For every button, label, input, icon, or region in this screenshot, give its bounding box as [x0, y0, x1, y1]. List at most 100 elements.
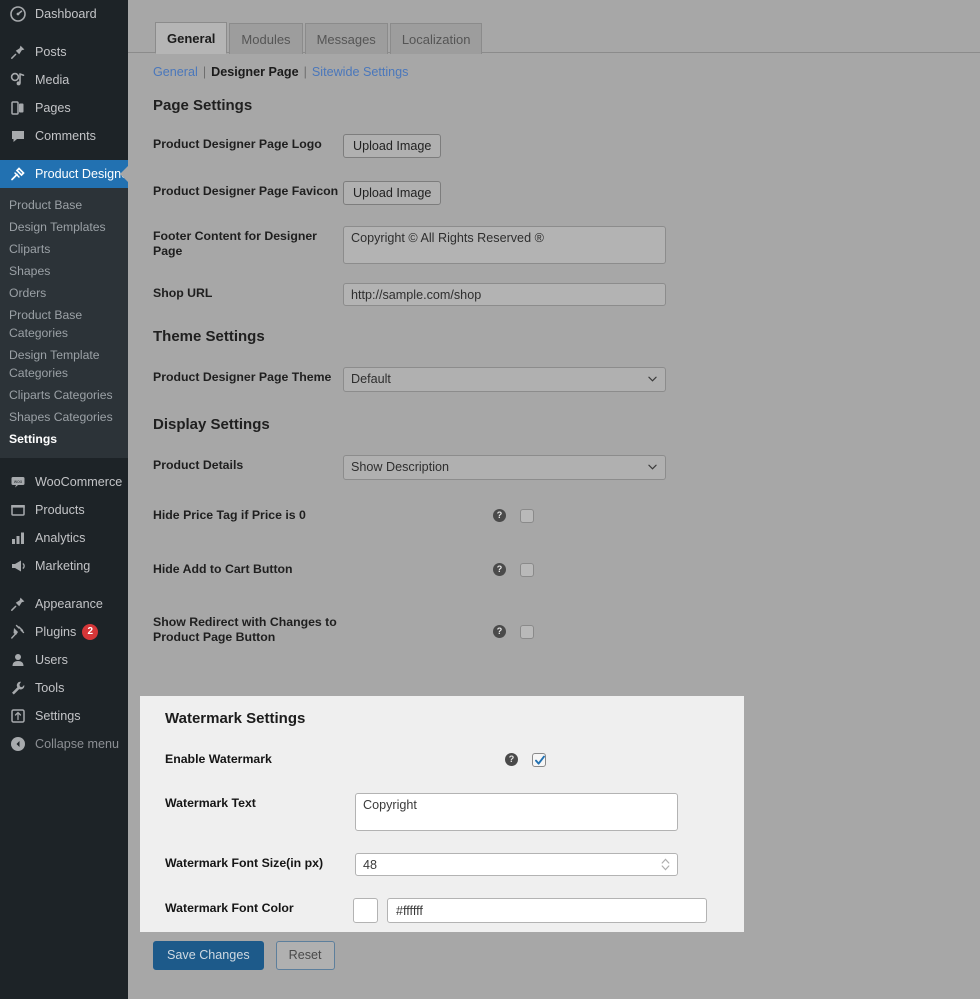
submenu-item-settings[interactable]: Settings — [0, 428, 128, 450]
breadcrumb-link-general[interactable]: General — [153, 65, 198, 79]
main-content: GeneralModulesMessagesLocalization Gener… — [128, 0, 980, 999]
sidebar-item-settings[interactable]: Settings — [0, 702, 128, 730]
watermark-font-size-label: Watermark Font Size(in px) — [165, 853, 355, 871]
row-page-favicon: Product Designer Page Favicon Upload Ima… — [128, 181, 980, 205]
page-settings-heading: Page Settings — [153, 97, 980, 114]
sidebar-item-analytics[interactable]: Analytics — [0, 524, 128, 552]
sidebar-item-label: Pages — [35, 94, 71, 122]
sidebar-item-label: Settings — [35, 702, 81, 730]
sidebar-item-label: Marketing — [35, 552, 90, 580]
sidebar-item-plugins[interactable]: Plugins 2 — [0, 618, 128, 646]
pages-icon — [9, 99, 27, 117]
sidebar-collapse-menu[interactable]: Collapse menu — [0, 730, 128, 758]
watermark-text-textarea[interactable] — [355, 793, 678, 831]
sidebar-item-label: Products — [35, 496, 85, 524]
watermark-font-size-input[interactable] — [355, 853, 678, 876]
sidebar-item-label: Product Designer — [35, 160, 128, 188]
row-product-details: Product Details Show Description — [128, 455, 980, 480]
submenu-item-shapes[interactable]: Shapes — [0, 260, 128, 282]
chevron-down-icon — [648, 376, 657, 382]
row-footer-content: Footer Content for Designer Page — [128, 226, 980, 264]
page-theme-label: Product Designer Page Theme — [153, 367, 343, 385]
watermark-font-color-label: Watermark Font Color — [165, 898, 355, 916]
sidebar-item-woocommerce[interactable]: woo WooCommerce — [0, 468, 128, 496]
sidebar-item-products[interactable]: Products — [0, 496, 128, 524]
theme-settings-heading: Theme Settings — [153, 328, 980, 345]
row-watermark-font-color: Watermark Font Color — [140, 898, 744, 923]
enable-watermark-checkbox[interactable] — [532, 753, 546, 767]
row-enable-watermark: Enable Watermark ? — [140, 749, 744, 769]
number-stepper-icon[interactable] — [661, 857, 670, 872]
show-redirect-checkbox[interactable] — [520, 625, 534, 639]
row-page-theme: Product Designer Page Theme Default — [128, 367, 980, 392]
upload-favicon-button[interactable]: Upload Image — [343, 181, 441, 205]
sidebar-item-users[interactable]: Users — [0, 646, 128, 674]
analytics-icon — [9, 529, 27, 547]
sidebar-item-dashboard[interactable]: Dashboard — [0, 0, 128, 28]
help-icon[interactable]: ? — [493, 625, 506, 638]
dashboard-icon — [9, 5, 27, 23]
sidebar-collapse-label: Collapse menu — [35, 730, 119, 758]
tab-modules[interactable]: Modules — [229, 23, 302, 54]
woocommerce-icon: woo — [9, 473, 27, 491]
submenu-item-product-base-categories[interactable]: Product Base Categories — [0, 304, 128, 344]
upload-logo-button[interactable]: Upload Image — [343, 134, 441, 158]
watermark-settings-heading: Watermark Settings — [165, 710, 744, 727]
product-designer-submenu: Product Base Design Templates Cliparts S… — [0, 188, 128, 458]
tab-localization[interactable]: Localization — [390, 23, 483, 54]
submenu-item-orders[interactable]: Orders — [0, 282, 128, 304]
media-icon — [9, 71, 27, 89]
row-hide-price-tag: Hide Price Tag if Price is 0 ? — [128, 505, 980, 525]
sidebar-item-label: Posts — [35, 38, 67, 66]
footer-content-label: Footer Content for Designer Page — [153, 226, 343, 259]
svg-text:woo: woo — [14, 479, 23, 484]
form-actions: Save Changes Reset — [153, 941, 335, 970]
submenu-item-shapes-categories[interactable]: Shapes Categories — [0, 406, 128, 428]
settings-tabs: GeneralModulesMessagesLocalization — [128, 17, 980, 53]
sidebar-item-label: Media — [35, 66, 69, 94]
hide-add-to-cart-label: Hide Add to Cart Button — [153, 559, 343, 577]
submenu-item-product-base[interactable]: Product Base — [0, 194, 128, 216]
sidebar-item-posts[interactable]: Posts — [0, 38, 128, 66]
comments-icon — [9, 127, 27, 145]
tab-messages[interactable]: Messages — [305, 23, 388, 54]
sidebar-item-label: WooCommerce — [35, 468, 122, 496]
submenu-item-cliparts-categories[interactable]: Cliparts Categories — [0, 384, 128, 406]
watermark-settings-panel: Watermark Settings Enable Watermark ? Wa… — [140, 696, 744, 932]
tab-general[interactable]: General — [155, 22, 227, 54]
sidebar-item-label: Appearance — [35, 590, 103, 618]
appearance-icon — [9, 595, 27, 613]
submenu-item-cliparts[interactable]: Cliparts — [0, 238, 128, 260]
sidebar-item-tools[interactable]: Tools — [0, 674, 128, 702]
watermark-color-swatch[interactable] — [353, 898, 378, 923]
products-icon — [9, 501, 27, 519]
row-hide-add-to-cart: Hide Add to Cart Button ? — [128, 559, 980, 579]
hide-price-tag-label: Hide Price Tag if Price is 0 — [153, 505, 343, 523]
sidebar-item-product-designer[interactable]: Product Designer — [0, 160, 128, 188]
sidebar-divider — [0, 458, 128, 468]
help-icon[interactable]: ? — [505, 753, 518, 766]
hide-price-tag-checkbox[interactable] — [520, 509, 534, 523]
sidebar-item-pages[interactable]: Pages — [0, 94, 128, 122]
sidebar-item-marketing[interactable]: Marketing — [0, 552, 128, 580]
page-theme-select[interactable]: Default — [343, 367, 666, 392]
help-icon[interactable]: ? — [493, 509, 506, 522]
reset-button[interactable]: Reset — [276, 941, 335, 970]
product-details-select[interactable]: Show Description — [343, 455, 666, 480]
shop-url-input[interactable] — [343, 283, 666, 306]
hide-add-to-cart-checkbox[interactable] — [520, 563, 534, 577]
save-changes-button[interactable]: Save Changes — [153, 941, 264, 970]
admin-sidebar: Dashboard Posts Media Pages Comments Pro… — [0, 0, 128, 999]
submenu-item-design-template-categories[interactable]: Design Template Categories — [0, 344, 128, 384]
breadcrumb-link-sitewide-settings[interactable]: Sitewide Settings — [312, 65, 409, 79]
help-icon[interactable]: ? — [493, 563, 506, 576]
submenu-item-design-templates[interactable]: Design Templates — [0, 216, 128, 238]
sidebar-item-comments[interactable]: Comments — [0, 122, 128, 150]
sidebar-item-media[interactable]: Media — [0, 66, 128, 94]
watermark-font-color-input[interactable] — [387, 898, 707, 923]
settings-icon — [9, 707, 27, 725]
enable-watermark-label: Enable Watermark — [165, 749, 355, 767]
footer-content-textarea[interactable] — [343, 226, 666, 264]
chevron-down-icon — [648, 464, 657, 470]
sidebar-item-appearance[interactable]: Appearance — [0, 590, 128, 618]
